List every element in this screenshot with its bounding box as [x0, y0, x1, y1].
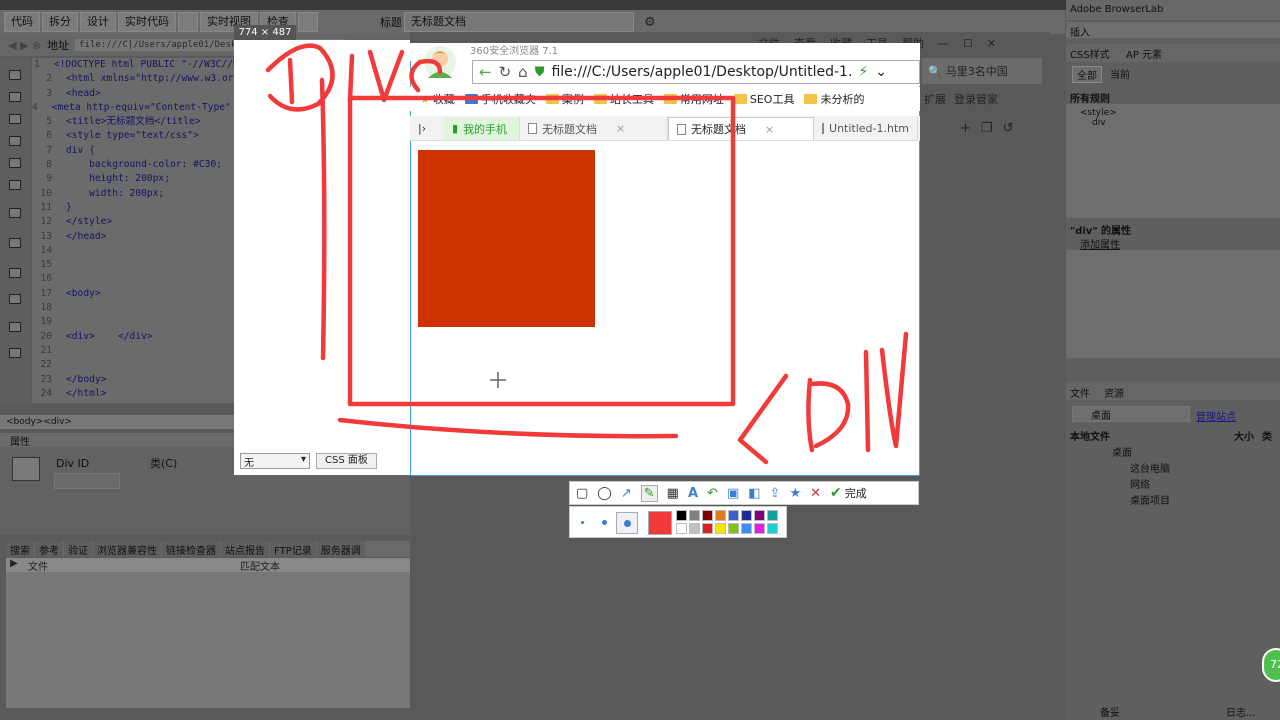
ink-close-div-letters [737, 331, 909, 465]
ink-annotations [265, 43, 909, 465]
ink-bottom-line [337, 417, 679, 439]
ink-vertical-line [319, 77, 327, 361]
floating-badge[interactable]: 72 [1262, 648, 1280, 682]
ink-rectangle [347, 95, 736, 407]
cursor-crosshair [490, 372, 506, 388]
